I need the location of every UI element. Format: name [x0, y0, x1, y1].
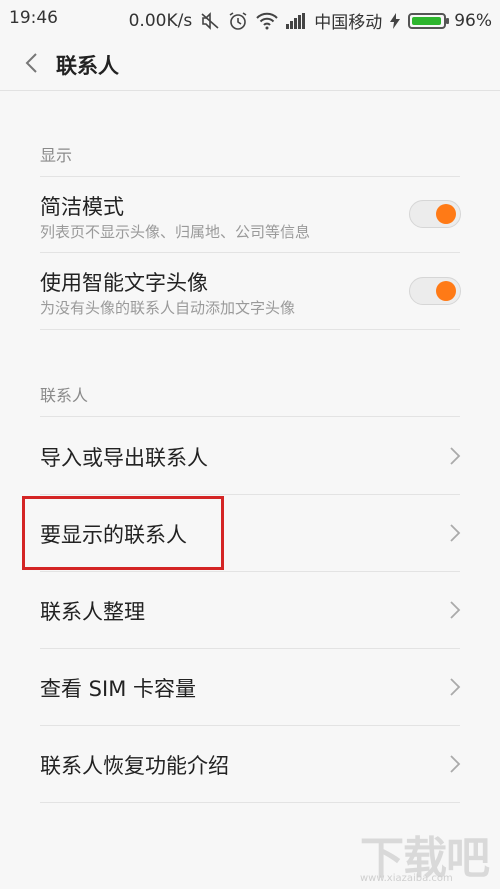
menu-item-import-export[interactable]: 导入或导出联系人	[0, 418, 500, 494]
battery-icon	[408, 12, 450, 29]
back-chevron-icon[interactable]	[20, 50, 44, 76]
switch-knob	[436, 204, 456, 224]
page-title: 联系人	[56, 54, 119, 78]
wifi-icon	[256, 12, 278, 30]
simple-mode-subtitle: 列表页不显示头像、归属地、公司等信息	[40, 223, 311, 241]
charging-icon	[390, 12, 401, 29]
chevron-right-icon	[448, 677, 462, 697]
menu-item-label: 联系人恢复功能介绍	[40, 754, 229, 778]
menu-item-label: 导入或导出联系人	[40, 446, 208, 470]
status-time: 19:46	[9, 8, 58, 28]
text-avatar-title: 使用智能文字头像	[40, 271, 208, 295]
divider	[40, 329, 460, 330]
menu-item-label: 联系人整理	[40, 600, 145, 624]
mute-icon	[200, 11, 220, 30]
status-indicators: 0.00K/s 中国移动 96%	[128, 8, 492, 34]
chevron-right-icon	[448, 600, 462, 620]
simple-mode-title: 简洁模式	[40, 195, 124, 219]
chevron-right-icon	[448, 523, 462, 543]
signal-icon	[286, 12, 306, 29]
menu-item-organize-contacts[interactable]: 联系人整理	[0, 572, 500, 648]
menu-item-restore-intro[interactable]: 联系人恢复功能介绍	[0, 726, 500, 802]
toggle-row-simple-mode[interactable]: 简洁模式 列表页不显示头像、归属地、公司等信息	[0, 177, 500, 252]
watermark-url: www.xiazaiba.com	[360, 873, 453, 884]
network-speed: 0.00K/s	[128, 10, 193, 31]
simple-mode-switch[interactable]	[409, 200, 461, 228]
carrier-name: 中国移动	[314, 13, 383, 33]
battery-percent: 96%	[454, 10, 492, 31]
text-avatar-subtitle: 为没有头像的联系人自动添加文字头像	[40, 299, 296, 317]
divider	[40, 802, 460, 803]
switch-knob	[436, 281, 456, 301]
divider	[40, 416, 460, 417]
section-label-contacts: 联系人	[40, 386, 89, 405]
toggle-row-text-avatar[interactable]: 使用智能文字头像 为没有头像的联系人自动添加文字头像	[0, 253, 500, 329]
text-avatar-switch[interactable]	[409, 277, 461, 305]
status-bar: 19:46 0.00K/s 中国移动 96%	[0, 0, 500, 36]
menu-item-label: 查看 SIM 卡容量	[40, 677, 196, 701]
section-label-display: 显示	[40, 146, 73, 165]
battery-level	[412, 16, 442, 25]
alarm-icon	[228, 11, 248, 31]
highlight-box	[22, 496, 224, 570]
chevron-right-icon	[448, 754, 462, 774]
menu-item-sim-capacity[interactable]: 查看 SIM 卡容量	[0, 649, 500, 725]
app-header: 联系人	[0, 36, 500, 91]
chevron-right-icon	[448, 446, 462, 466]
